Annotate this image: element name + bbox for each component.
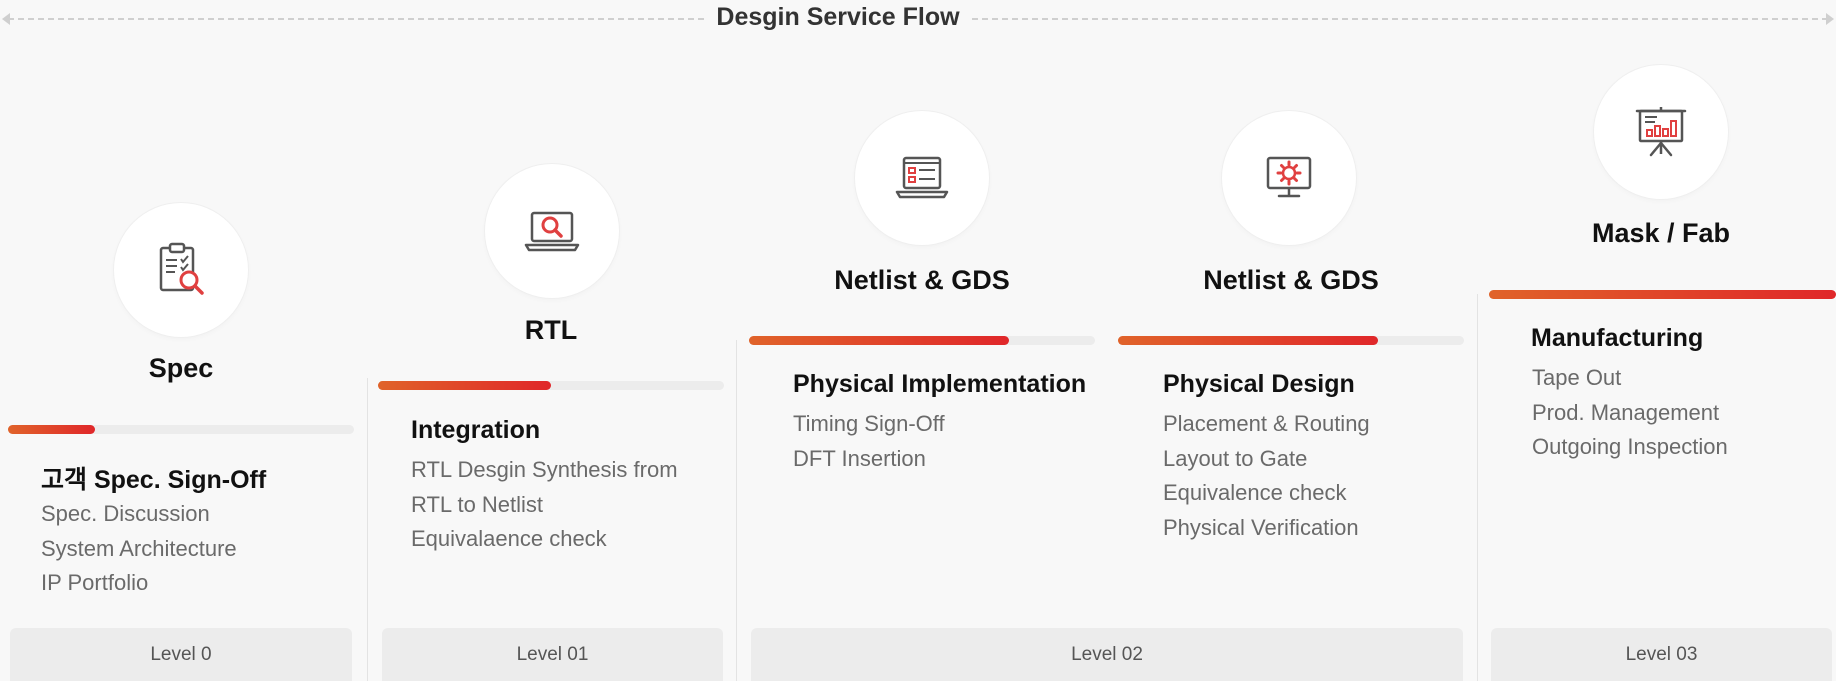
stage-title: RTL	[524, 315, 578, 345]
list-item: DFT Insertion	[793, 445, 926, 471]
monitor-gear-icon	[1266, 156, 1312, 198]
flow-header: Desgin Service Flow	[0, 0, 1836, 36]
list-item: Physical Verification	[1163, 514, 1359, 540]
progress-bar-fill	[749, 336, 1009, 345]
level-label: Level 01	[382, 628, 723, 681]
progress-bar	[1118, 336, 1464, 345]
progress-bar	[1489, 290, 1836, 299]
page-title: Desgin Service Flow	[716, 3, 960, 31]
list-item: RTL Desgin Synthesis from	[411, 457, 678, 482]
list-item: IP Portfolio	[41, 570, 149, 595]
list-item: Layout to Gate	[1163, 445, 1308, 471]
flow-line-left	[8, 18, 704, 20]
column-divider	[367, 378, 368, 681]
list-item: Outgoing Inspection	[1532, 434, 1728, 459]
stage-item-list: Timing Sign-Off DFT Insertion	[793, 407, 945, 476]
right-arrow-icon	[1826, 13, 1834, 25]
list-item: RTL to Netlist	[411, 491, 544, 517]
list-item: System Architecture	[41, 535, 237, 561]
progress-bar-fill	[1118, 336, 1378, 345]
stage-icon-circle	[1594, 65, 1728, 199]
clipboard-search-icon	[159, 242, 204, 295]
stage-icon-circle	[485, 164, 619, 298]
stage-subtitle: Physical Design	[1163, 370, 1355, 398]
list-item: Spec. Discussion	[41, 501, 210, 526]
stage-item-list: Placement & Routing Layout to Gate Equiv…	[1163, 407, 1370, 545]
level-label: Level 03	[1491, 628, 1832, 681]
progress-bar	[8, 425, 354, 434]
progress-bar-fill	[378, 381, 551, 390]
progress-bar-fill	[8, 425, 95, 434]
column-divider	[1477, 294, 1478, 681]
laptop-search-icon	[524, 211, 580, 252]
stage-item-list: Tape Out Prod. Management Outgoing Inspe…	[1532, 361, 1728, 465]
stage-subtitle: Integration	[411, 416, 541, 444]
level-label: Level 0	[10, 628, 352, 681]
stage-subtitle: 고객 Spec. Sign-Off	[41, 466, 267, 494]
list-item: Tape Out	[1532, 365, 1622, 390]
stage-icon-circle	[1222, 111, 1356, 245]
list-item: Placement & Routing	[1163, 411, 1370, 436]
list-item: Timing Sign-Off	[793, 411, 945, 436]
level-label: Level 02	[751, 628, 1463, 681]
stage-title: Spec	[148, 353, 214, 383]
stage-title: Netlist & GDS	[1203, 265, 1379, 295]
column-divider	[736, 340, 737, 681]
list-item: Prod. Management	[1532, 399, 1720, 425]
stage-item-list: Spec. Discussion System Architecture IP …	[41, 497, 237, 601]
flow-line-right	[972, 18, 1828, 20]
stage-title: Mask / Fab	[1591, 218, 1731, 248]
progress-bar	[378, 381, 724, 390]
laptop-document-icon	[895, 156, 949, 199]
stage-icon-circle	[114, 203, 248, 337]
progress-bar	[749, 336, 1095, 345]
stage-subtitle: Manufacturing	[1531, 324, 1704, 352]
stage-item-list: RTL Desgin Synthesis from RTL to Netlist…	[411, 453, 678, 557]
stage-subtitle: Physical Implementation	[793, 370, 1087, 398]
stage-icon-circle	[855, 111, 989, 245]
progress-bar-fill	[1489, 290, 1836, 299]
list-item: Equivalaence check	[411, 526, 607, 551]
list-item: Equivalence check	[1163, 480, 1347, 505]
stage-title: Netlist & GDS	[834, 265, 1010, 295]
presentation-chart-icon	[1635, 107, 1687, 157]
